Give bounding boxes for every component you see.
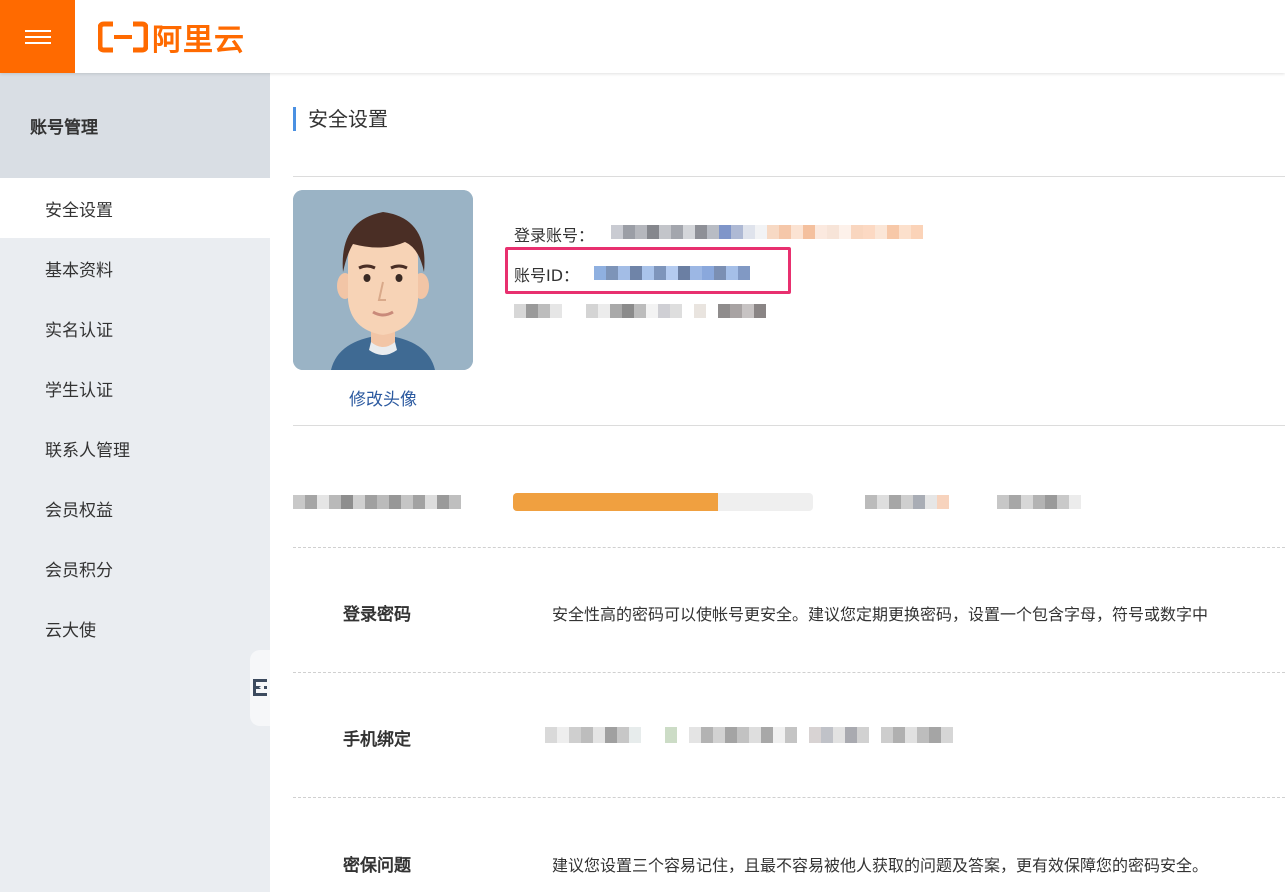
security-level-label-redacted — [293, 495, 461, 509]
sidebar-collapse-button[interactable] — [250, 650, 270, 726]
phone-binding-label: 手机绑定 — [343, 730, 411, 750]
change-avatar-link[interactable]: 修改头像 — [293, 385, 473, 410]
phone-binding-desc-redacted — [545, 727, 953, 743]
login-password-label: 登录密码 — [343, 605, 411, 625]
avatar[interactable] — [293, 190, 473, 370]
logo-text: 阿里云 — [152, 23, 245, 58]
login-password-desc: 安全性高的密码可以使帐号更安全。建议您定期更换密码，设置一个包含字母，符号或数字… — [552, 605, 1209, 624]
sidebar-item-contacts[interactable]: 联系人管理 — [0, 418, 270, 478]
divider — [293, 425, 1285, 426]
security-level-progress-bar — [513, 493, 813, 511]
divider — [293, 547, 1285, 548]
divider — [293, 672, 1285, 673]
collapse-sidebar-icon — [253, 679, 267, 696]
account-id-highlight — [505, 247, 791, 294]
sidebar-item-security[interactable]: 安全设置 — [0, 178, 270, 238]
sidebar-item-student[interactable]: 学生认证 — [0, 358, 270, 418]
hamburger-menu-icon — [24, 26, 51, 48]
divider — [293, 176, 1285, 177]
login-account-label: 登录账号： — [514, 226, 595, 245]
security-question-desc: 建议您设置三个容易记住，且最不容易被他人获取的问题及答案，更有效保障您的密码安全… — [552, 856, 1209, 875]
divider — [293, 797, 1285, 798]
main-content: 安全设置 修改头像 登录账号： 账号ID： 登录密码 安全性高的密码可以使帐号更… — [293, 73, 1285, 892]
sidebar-item-basic-info[interactable]: 基本资料 — [0, 238, 270, 298]
top-bar: 阿里云 — [0, 0, 1285, 73]
aliyun-logo-icon — [98, 20, 150, 54]
hamburger-menu-button[interactable] — [0, 0, 75, 73]
login-account-value-redacted — [611, 225, 923, 239]
sidebar-item-ambassador[interactable]: 云大使 — [0, 598, 270, 658]
sidebar: 账号管理 安全设置 基本资料 实名认证 学生认证 联系人管理 会员权益 会员积分… — [0, 73, 270, 892]
sidebar-item-real-name[interactable]: 实名认证 — [0, 298, 270, 358]
register-time-redacted — [514, 304, 766, 318]
sidebar-title: 账号管理 — [0, 73, 270, 178]
sidebar-item-member-benefits[interactable]: 会员权益 — [0, 478, 270, 538]
sidebar-item-member-points[interactable]: 会员积分 — [0, 538, 270, 598]
page-title: 安全设置 — [293, 107, 388, 131]
security-question-label: 密保问题 — [343, 856, 411, 876]
security-level-hint-redacted — [865, 495, 1081, 509]
avatar-illustration-icon — [293, 190, 473, 370]
aliyun-logo[interactable]: 阿里云 — [98, 18, 245, 58]
